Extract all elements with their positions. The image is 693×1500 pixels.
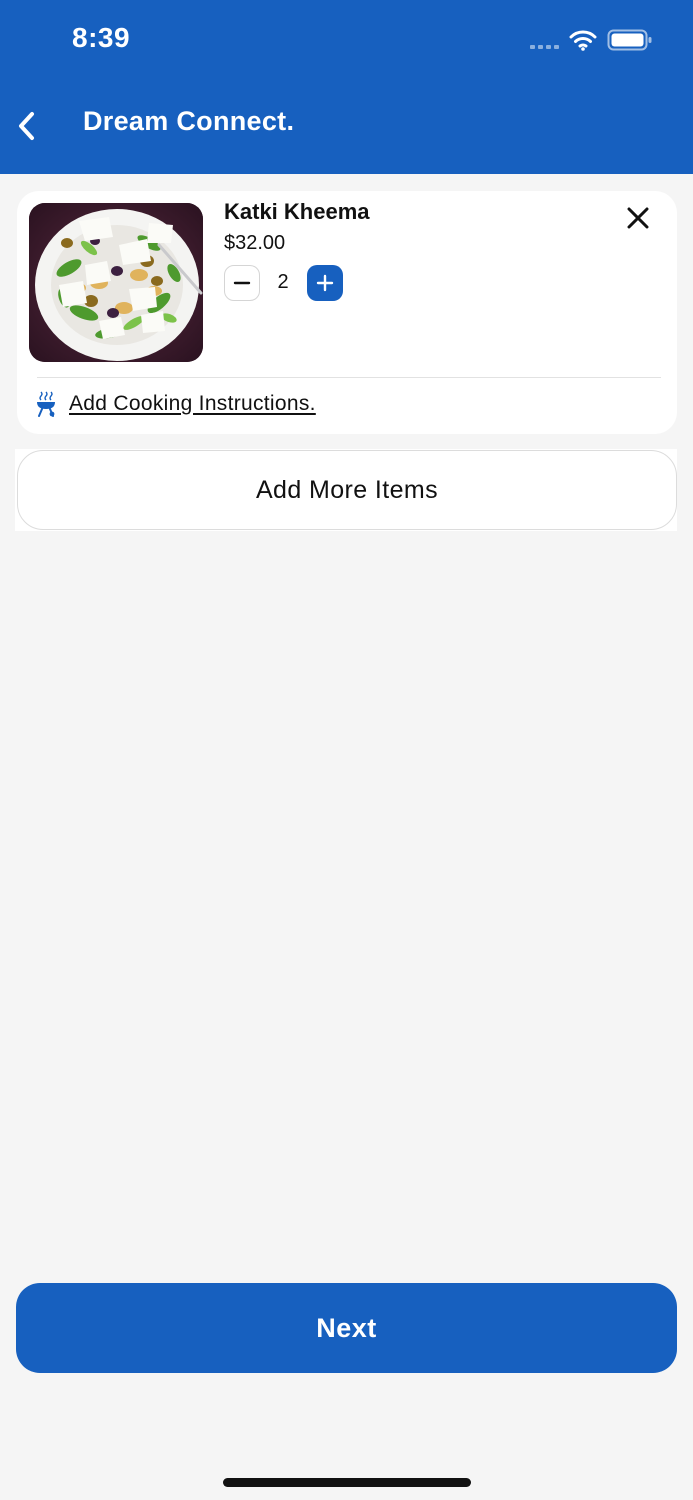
next-button[interactable]: Next: [16, 1283, 677, 1373]
cart-item-card: Katki Kheema $32.00 2 Add Cooking Instru…: [17, 191, 677, 434]
plus-icon: [316, 274, 334, 292]
chevron-left-icon: [19, 112, 34, 140]
item-name: Katki Kheema: [224, 199, 370, 224]
close-icon: [627, 207, 649, 229]
status-icons: [530, 26, 653, 54]
battery-icon: [607, 29, 652, 51]
remove-item-button[interactable]: [623, 203, 653, 233]
minus-icon: [233, 281, 251, 285]
page-title: Dream Connect.: [83, 106, 295, 136]
quantity-decrease-button[interactable]: [224, 265, 260, 301]
app-header: 8:39 Dream Connect.: [0, 0, 693, 174]
item-image: [29, 203, 203, 362]
status-time: 8:39: [72, 22, 131, 53]
cooking-instructions-label: Add Cooking Instructions.: [69, 392, 316, 415]
grill-icon: [37, 391, 55, 417]
add-cooking-instructions-link[interactable]: Add Cooking Instructions.: [35, 391, 316, 417]
add-more-items-button[interactable]: Add More Items: [17, 450, 677, 530]
home-indicator: [223, 1478, 471, 1487]
item-price: $32.00: [224, 232, 286, 254]
cellular-signal-icon: [530, 45, 559, 49]
quantity-value: 2: [277, 271, 289, 293]
back-button[interactable]: [12, 106, 48, 146]
card-divider: [37, 377, 661, 378]
add-more-section: Add More Items: [15, 449, 677, 531]
quantity-increase-button[interactable]: [307, 265, 343, 301]
wifi-icon: [569, 30, 597, 51]
